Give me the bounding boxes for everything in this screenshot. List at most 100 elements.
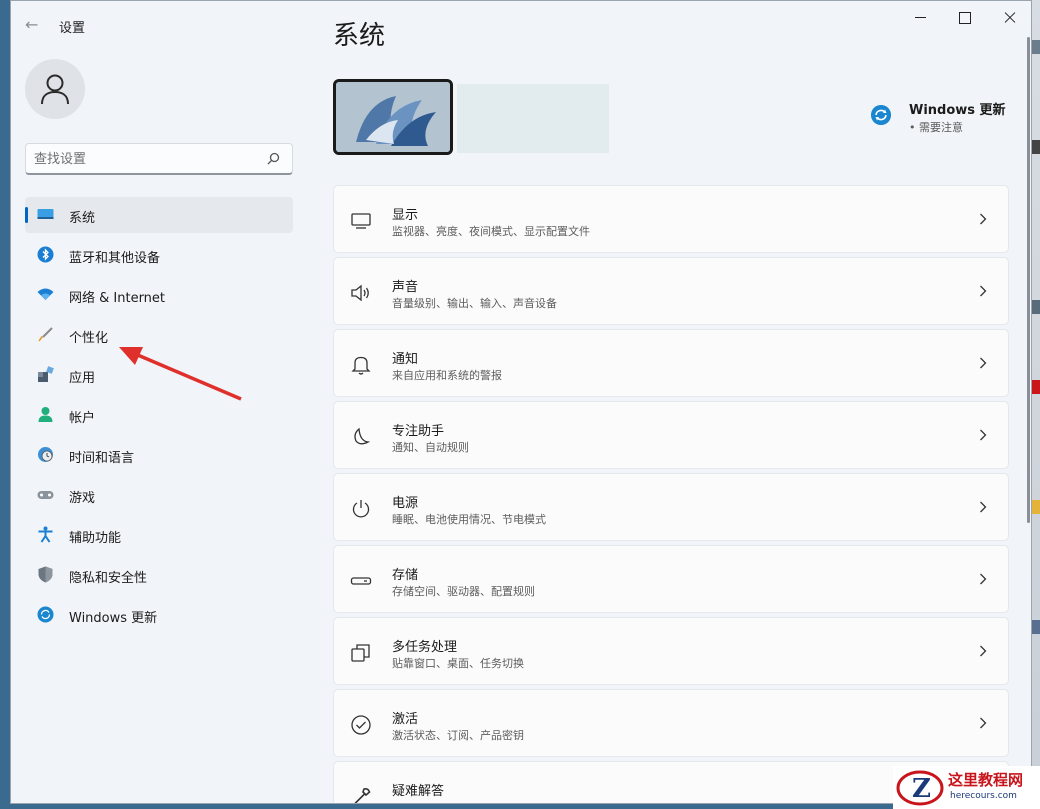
settings-card-list: 显示 监视器、亮度、夜间模式、显示配置文件 声音 音量级别、输出、输入、声音设备…	[333, 185, 1009, 803]
apps-icon	[38, 366, 54, 382]
bell-icon	[351, 356, 371, 375]
device-info-placeholder	[457, 84, 609, 153]
power-icon	[352, 500, 370, 518]
chevron-right-icon	[980, 573, 987, 585]
settings-window: ← 设置 系统 蓝牙和其他设备 网络 & Internet	[10, 0, 1032, 804]
app-title: 设置	[59, 21, 86, 36]
main-scrollbar[interactable]	[1027, 37, 1030, 523]
accessibility-icon	[38, 526, 53, 543]
maximize-button[interactable]	[946, 9, 990, 27]
annotation-arrow	[119, 347, 242, 401]
sidebar-item-privacy[interactable]: 隐私和安全性	[25, 557, 293, 593]
desktop-wallpaper-thumbnail[interactable]	[333, 79, 453, 155]
close-button[interactable]	[991, 9, 1031, 27]
sidebar-item-system[interactable]: 系统	[25, 197, 293, 233]
search-input[interactable]	[34, 150, 259, 168]
card-sound[interactable]: 声音 音量级别、输出、输入、声音设备	[333, 257, 1009, 325]
person-icon	[41, 74, 69, 105]
check-circle-icon	[351, 715, 371, 735]
chevron-right-icon	[980, 357, 987, 369]
speaker-icon	[351, 284, 369, 302]
card-title: 疑难解答	[392, 784, 445, 799]
card-subtitle: 激活状态、订阅、产品密钥	[392, 729, 524, 742]
card-notifications[interactable]: 通知 来自应用和系统的警报	[333, 329, 1009, 397]
storage-icon	[350, 577, 372, 585]
card-title: 激活	[392, 712, 419, 727]
moon-icon	[354, 427, 371, 445]
card-subtitle: 贴靠窗口、桌面、任务切换	[392, 657, 524, 670]
card-subtitle: 监视器、亮度、夜间模式、显示配置文件	[392, 225, 590, 238]
sidebar-item-label: 个性化	[69, 331, 109, 346]
card-title: 专注助手	[392, 424, 445, 439]
minimize-button[interactable]	[901, 9, 945, 27]
card-activation[interactable]: 激活 激活状态、订阅、产品密钥	[333, 689, 1009, 757]
watermark-logo: Z 这里教程网 herecours.com	[893, 766, 1040, 809]
card-focus-assist[interactable]: 专注助手 通知、自动规则	[333, 401, 1009, 469]
sidebar-item-time-language[interactable]: 时间和语言	[25, 437, 293, 473]
account-icon	[38, 407, 53, 422]
sidebar-item-label: 帐户	[69, 411, 96, 426]
watermark-z-icon: Z	[896, 770, 944, 806]
card-title: 声音	[392, 280, 419, 295]
monitor-icon	[37, 209, 54, 219]
watermark-name: 这里教程网	[948, 771, 1024, 789]
sidebar-item-label: Windows 更新	[69, 611, 158, 626]
sidebar-nav: 系统 蓝牙和其他设备 网络 & Internet 个性化 应用 帐户 时间和语言	[25, 197, 293, 637]
user-avatar[interactable]	[25, 59, 85, 119]
chevron-right-icon	[980, 645, 987, 657]
sidebar-item-windows-update[interactable]: Windows 更新	[25, 597, 293, 633]
sidebar-item-label: 游戏	[69, 491, 96, 506]
gamepad-icon	[37, 491, 54, 499]
card-subtitle: 存储空间、驱动器、配置规则	[392, 585, 535, 598]
bluetooth-icon	[37, 246, 54, 263]
card-power[interactable]: 电源 睡眠、电池使用情况、节电模式	[333, 473, 1009, 541]
sidebar-item-label: 蓝牙和其他设备	[69, 251, 161, 266]
globe-clock-icon	[38, 447, 53, 462]
card-storage[interactable]: 存储 存储空间、驱动器、配置规则	[333, 545, 1009, 613]
wifi-icon	[37, 288, 54, 300]
chevron-right-icon	[980, 501, 987, 513]
chevron-right-icon	[980, 285, 987, 297]
card-title: 多任务处理	[392, 640, 458, 655]
card-title: 通知	[392, 352, 419, 367]
chevron-right-icon	[980, 213, 987, 225]
chevron-right-icon	[980, 717, 987, 729]
card-subtitle: 睡眠、电池使用情况、节电模式	[392, 513, 546, 526]
card-subtitle: 来自应用和系统的警报	[392, 369, 502, 382]
windows-update-title: Windows 更新	[909, 103, 1006, 118]
update-icon	[37, 606, 54, 623]
svg-text:Z: Z	[912, 774, 931, 804]
page-title: 系统	[333, 21, 386, 51]
search-icon[interactable]	[267, 152, 280, 165]
sidebar-item-label: 应用	[69, 371, 96, 386]
sidebar-item-label: 辅助功能	[69, 531, 122, 546]
card-title: 存储	[392, 568, 419, 583]
card-display[interactable]: 显示 监视器、亮度、夜间模式、显示配置文件	[333, 185, 1009, 253]
card-title: 电源	[392, 496, 419, 511]
update-icon	[871, 105, 891, 125]
wrench-icon	[354, 788, 371, 803]
card-title: 显示	[392, 208, 419, 223]
card-subtitle: 通知、自动规则	[392, 441, 469, 454]
sidebar-item-label: 隐私和安全性	[69, 571, 148, 586]
windows-update-status-text: 需要注意	[909, 119, 963, 135]
chevron-right-icon	[980, 429, 987, 441]
multitask-icon	[351, 644, 370, 662]
desktop-background-strip	[1031, 0, 1040, 809]
sidebar-item-bluetooth[interactable]: 蓝牙和其他设备	[25, 237, 293, 273]
paintbrush-icon	[38, 327, 53, 342]
windows-update-status[interactable]: Windows 更新 需要注意	[871, 97, 1021, 137]
card-subtitle: 音量级别、输出、输入、声音设备	[392, 297, 557, 310]
sidebar-item-label: 系统	[69, 211, 96, 226]
sidebar-item-label: 时间和语言	[69, 451, 135, 466]
sidebar-item-label: 网络 & Internet	[69, 291, 166, 306]
display-icon	[351, 213, 371, 229]
sidebar-item-network[interactable]: 网络 & Internet	[25, 277, 293, 313]
search-box	[25, 143, 293, 175]
sidebar-item-gaming[interactable]: 游戏	[25, 477, 293, 513]
wallpaper-bloom-image	[336, 82, 450, 152]
sidebar-item-accessibility[interactable]: 辅助功能	[25, 517, 293, 553]
back-button[interactable]: ←	[25, 15, 43, 35]
card-multitasking[interactable]: 多任务处理 贴靠窗口、桌面、任务切换	[333, 617, 1009, 685]
watermark-url: herecours.com	[950, 791, 1017, 801]
